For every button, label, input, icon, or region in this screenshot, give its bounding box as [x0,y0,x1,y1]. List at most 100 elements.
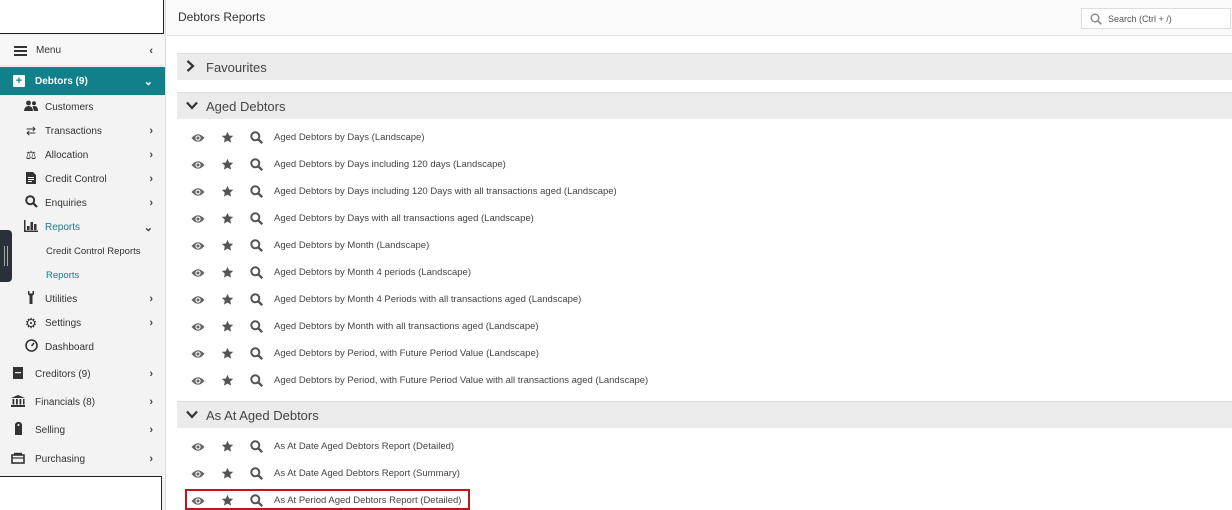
search-icon[interactable] [249,212,263,226]
report-row[interactable]: Aged Debtors by Month 4 periods (Landsca… [177,259,1232,286]
report-name[interactable]: Aged Debtors by Period, with Future Peri… [274,348,539,359]
search-icon[interactable] [249,158,263,172]
eye-icon[interactable] [191,374,205,388]
search-icon[interactable] [249,185,263,199]
report-name[interactable]: Aged Debtors by Days including 120 days … [274,159,506,170]
chevron-right-icon: › [149,125,153,137]
search-icon[interactable] [249,347,263,361]
sidebar-item-credit-control-reports[interactable]: Credit Control Reports [46,246,141,257]
eye-icon[interactable] [191,212,205,226]
sidebar-item-label: Credit Control [45,173,107,185]
sidebar-item-allocation[interactable]: ⚖ Allocation › [0,143,165,167]
report-row[interactable]: Aged Debtors by Days with all transactio… [177,205,1232,232]
sidebar-item-label: Creditors (9) [35,368,91,380]
report-name[interactable]: Aged Debtors by Days (Landscape) [274,132,425,143]
report-row[interactable]: As At Date Aged Debtors Report (Detailed… [177,433,1232,460]
eye-icon[interactable] [191,266,205,280]
star-icon[interactable] [220,347,234,361]
report-row[interactable]: Aged Debtors by Days including 120 Days … [177,178,1232,205]
star-icon[interactable] [220,467,234,481]
group-as-at-aged-debtors[interactable]: As At Aged Debtors [177,401,1232,428]
star-icon[interactable] [220,293,234,307]
sidebar-item-settings[interactable]: ⚙ Settings › [0,311,165,335]
report-name[interactable]: Aged Debtors by Month (Landscape) [274,240,429,251]
report-name[interactable]: As At Date Aged Debtors Report (Summary) [274,468,460,479]
sidebar-item-reports[interactable]: Reports ⌄ [0,215,165,239]
report-row[interactable]: As At Date Aged Debtors Report (Summary) [177,460,1232,487]
report-row[interactable]: Aged Debtors by Days (Landscape) [177,124,1232,151]
search-icon[interactable] [249,440,263,454]
group-favourites[interactable]: Favourites [177,53,1232,80]
report-row[interactable]: Aged Debtors by Month 4 Periods with all… [177,286,1232,313]
eye-icon[interactable] [191,239,205,253]
star-icon[interactable] [220,320,234,334]
eye-icon[interactable] [191,320,205,334]
search-icon[interactable] [249,266,263,280]
search-icon[interactable] [249,131,263,145]
report-name[interactable]: Aged Debtors by Month 4 Periods with all… [274,294,581,305]
sidebar-item-debtors[interactable]: + Debtors (9) ⌄ [0,67,165,95]
search-icon [24,195,38,211]
report-name[interactable]: Aged Debtors by Days with all transactio… [274,213,534,224]
star-icon[interactable] [220,212,234,226]
menu-toggle[interactable]: Menu ‹ [0,36,165,66]
search-icon[interactable] [249,293,263,307]
report-row[interactable]: Aged Debtors by Period, with Future Peri… [177,367,1232,394]
sidebar-item-credit-control[interactable]: Credit Control › [0,167,165,191]
search-input[interactable]: Search (Ctrl + /) [1108,14,1172,24]
eye-icon[interactable] [191,185,205,199]
star-icon[interactable] [220,185,234,199]
chevron-down-icon [186,408,200,422]
eye-icon[interactable] [191,158,205,172]
sidebar-item-customers[interactable]: Customers [0,95,165,119]
search-box[interactable]: Search (Ctrl + /) [1081,8,1231,29]
chevron-right-icon: › [149,173,153,185]
report-row[interactable]: Aged Debtors by Month (Landscape) [177,232,1232,259]
sidebar-item-label: Reports [45,221,81,233]
star-icon[interactable] [220,440,234,454]
sidebar-item-purchasing[interactable]: Purchasing › [0,445,165,473]
chevron-right-icon: › [149,424,153,436]
balance-scale-icon: ⚖ [25,148,37,162]
sidebar-item-enquiries[interactable]: Enquiries › [0,191,165,215]
report-name[interactable]: As At Date Aged Debtors Report (Detailed… [274,441,454,452]
report-row[interactable]: Aged Debtors by Period, with Future Peri… [177,340,1232,367]
search-icon[interactable] [249,467,263,481]
report-row[interactable]: Aged Debtors by Days including 120 days … [177,151,1232,178]
star-icon[interactable] [220,239,234,253]
report-name[interactable]: Aged Debtors by Month with all transacti… [274,321,539,332]
eye-icon[interactable] [191,467,205,481]
eye-icon[interactable] [191,293,205,307]
group-aged-debtors[interactable]: Aged Debtors [177,92,1232,119]
wrench-icon [24,291,38,307]
report-row[interactable]: Aged Debtors by Month with all transacti… [177,313,1232,340]
sidebar-item-transactions[interactable]: ⇄ Transactions › [0,119,165,143]
chevron-down-icon: ⌄ [143,75,153,88]
sidebar-resize-handle[interactable] [0,230,12,282]
sidebar-item-label: Settings [45,317,82,329]
sidebar-item-dashboard[interactable]: Dashboard [0,335,165,359]
search-icon[interactable] [249,374,263,388]
sidebar-footer [0,476,162,510]
eye-icon[interactable] [191,440,205,454]
search-icon[interactable] [249,320,263,334]
chevron-right-icon [186,59,200,75]
star-icon[interactable] [220,158,234,172]
report-name[interactable]: Aged Debtors by Month 4 periods (Landsca… [274,267,471,278]
star-icon[interactable] [220,131,234,145]
eye-icon[interactable] [191,131,205,145]
chevron-right-icon: › [149,317,153,329]
sidebar-item-reports-sub[interactable]: Reports [46,270,79,281]
star-icon[interactable] [220,374,234,388]
logo-area [0,0,164,34]
report-name[interactable]: Aged Debtors by Period, with Future Peri… [274,375,648,386]
search-icon[interactable] [249,239,263,253]
sidebar-item-financials[interactable]: Financials (8) › [0,388,165,416]
report-name[interactable]: Aged Debtors by Days including 120 Days … [274,186,617,197]
chevron-right-icon: › [149,149,153,161]
sidebar-item-utilities[interactable]: Utilities › [0,287,165,311]
star-icon[interactable] [220,266,234,280]
sidebar-item-selling[interactable]: Selling › [0,416,165,444]
sidebar-item-creditors[interactable]: Creditors (9) › [0,360,165,388]
eye-icon[interactable] [191,347,205,361]
